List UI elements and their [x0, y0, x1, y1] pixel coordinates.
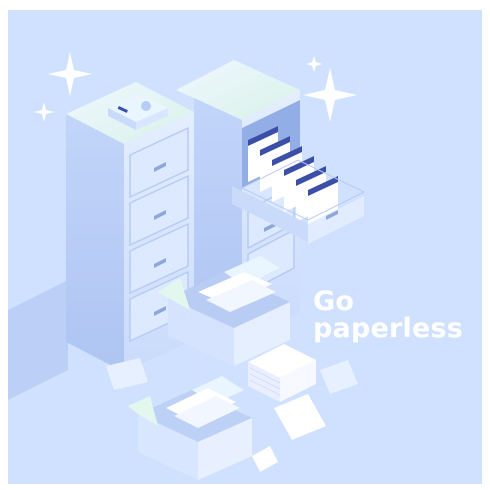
headline: Go paperless: [313, 288, 463, 342]
headline-line-2: paperless: [313, 313, 464, 344]
headline-line-1: Go: [313, 286, 355, 317]
paperless-illustration: [8, 10, 482, 484]
illustration-canvas: Go paperless: [8, 10, 482, 484]
